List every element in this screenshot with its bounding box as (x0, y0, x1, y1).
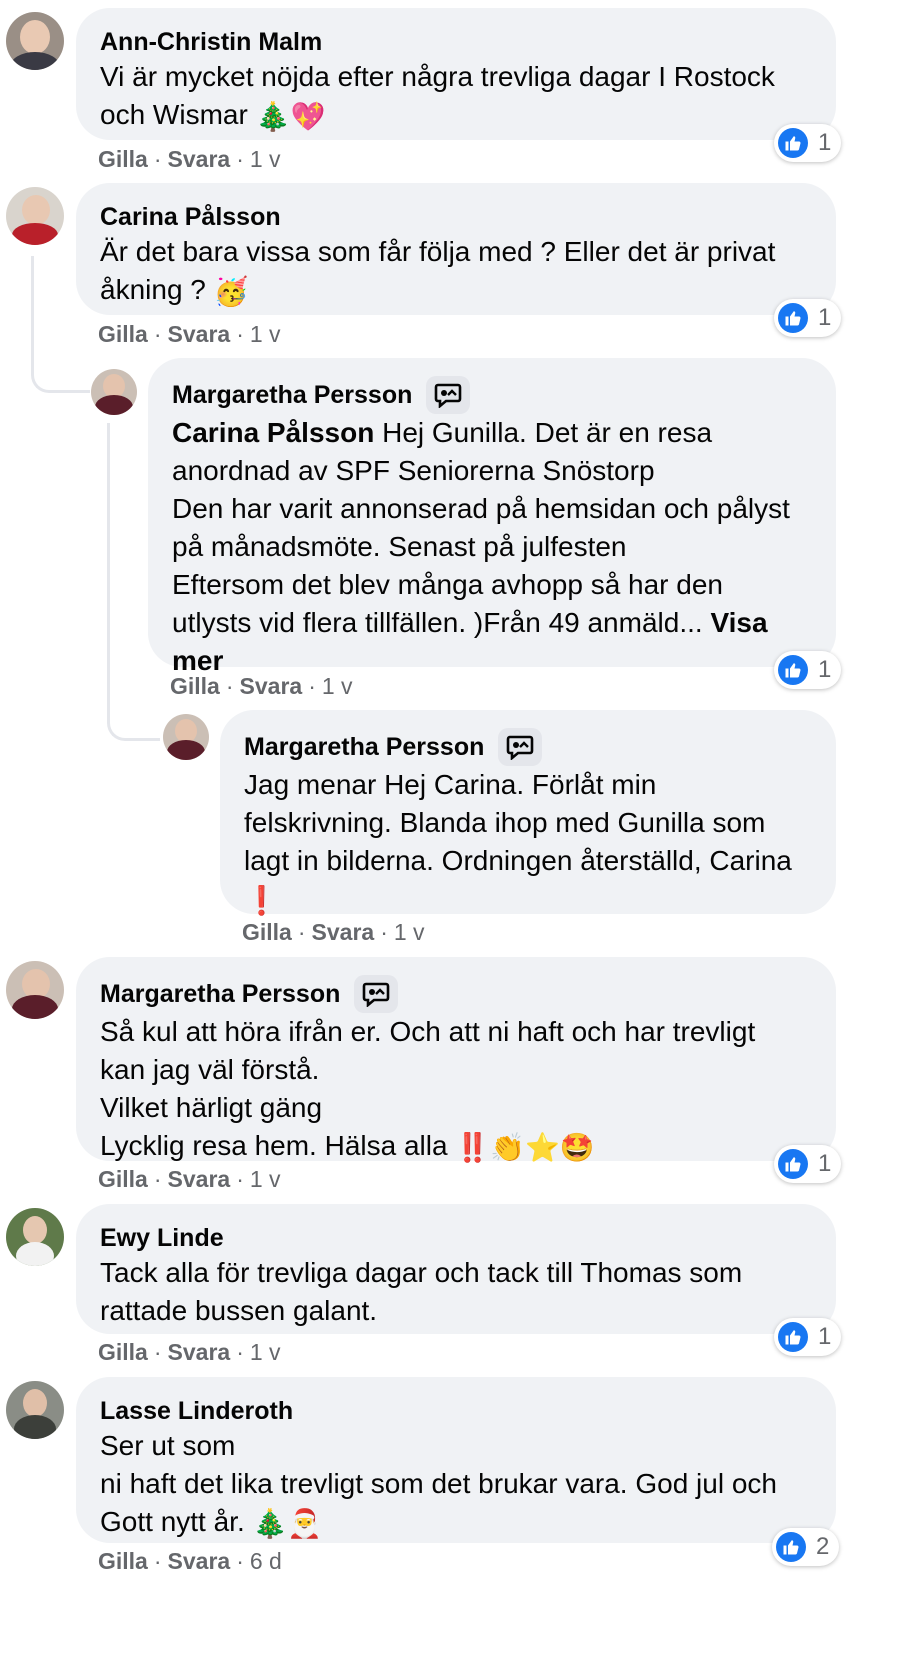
comment-text: Så kul att höra ifrån er. Och att ni haf… (100, 1013, 812, 1167)
comment-text: Vi är mycket nöjda efter några trevliga … (100, 58, 812, 136)
like-button[interactable]: Gilla (170, 673, 220, 699)
avatar[interactable] (6, 12, 64, 70)
top-fan-badge-icon[interactable] (426, 376, 471, 414)
reaction-count[interactable]: 1 (774, 1145, 842, 1183)
comment-bubble: Ewy Linde Tack alla för trevliga dagar o… (76, 1204, 836, 1334)
emoji: 🎄💖 (255, 100, 326, 132)
like-button[interactable]: Gilla (98, 1166, 148, 1192)
author-name[interactable]: Ann-Christin Malm (100, 26, 812, 58)
like-icon (778, 128, 808, 158)
like-icon (778, 303, 808, 333)
like-button[interactable]: Gilla (242, 919, 292, 945)
like-icon (778, 655, 808, 685)
like-button[interactable]: Gilla (98, 1339, 148, 1365)
comment-actions: Gilla · Svara · 6 d (98, 1548, 282, 1574)
comment-bubble: Lasse Linderoth Ser ut som ni haft det l… (76, 1377, 836, 1543)
reaction-count[interactable]: 1 (774, 651, 842, 689)
reply-button[interactable]: Svara (312, 919, 375, 945)
comment-text: Tack alla för trevliga dagar och tack ti… (100, 1257, 743, 1326)
timestamp[interactable]: 1 v (250, 1166, 281, 1192)
avatar[interactable] (6, 1381, 64, 1439)
reaction-count[interactable]: 2 (772, 1528, 840, 1566)
reaction-count[interactable]: 1 (774, 124, 842, 162)
author-name[interactable]: Carina Pålsson (100, 201, 812, 233)
comment-actions: Gilla · Svara · 1 v (170, 673, 353, 699)
comment-bubble: Carina Pålsson Är det bara vissa som får… (76, 183, 836, 315)
timestamp[interactable]: 1 v (250, 321, 281, 347)
timestamp[interactable]: 1 v (250, 146, 281, 172)
like-button[interactable]: Gilla (98, 1548, 148, 1574)
like-icon (778, 1149, 808, 1179)
reaction-count[interactable]: 1 (774, 299, 842, 337)
comment-actions: Gilla · Svara · 1 v (98, 146, 281, 172)
comment-text: Ser ut som ni haft det lika trevligt som… (100, 1427, 812, 1543)
comment-bubble: Ann-Christin Malm Vi är mycket nöjda eft… (76, 8, 836, 140)
comment-bubble: Margaretha Persson Carina Pålsson Hej Gu… (148, 358, 836, 676)
emoji: 🥳 (213, 275, 249, 307)
comment-actions: Gilla · Svara · 1 v (242, 919, 425, 945)
comment-bubble: Margaretha Persson Jag menar Hej Carina.… (220, 710, 836, 916)
avatar[interactable] (6, 1208, 64, 1266)
timestamp[interactable]: 1 v (394, 919, 425, 945)
reply-button[interactable]: Svara (168, 146, 231, 172)
timestamp[interactable]: 6 d (250, 1548, 282, 1574)
avatar[interactable] (6, 187, 64, 245)
author-name[interactable]: Margaretha Persson (172, 376, 812, 414)
like-icon (778, 1322, 808, 1352)
author-name[interactable]: Margaretha Persson (100, 975, 812, 1013)
reply-button[interactable]: Svara (240, 673, 303, 699)
like-button[interactable]: Gilla (98, 321, 148, 347)
avatar[interactable] (163, 714, 209, 760)
top-fan-badge-icon[interactable] (498, 728, 543, 766)
avatar[interactable] (91, 369, 137, 415)
reaction-count[interactable]: 1 (774, 1318, 842, 1356)
reply-button[interactable]: Svara (168, 1548, 231, 1574)
comment-actions: Gilla · Svara · 1 v (98, 1339, 281, 1365)
author-name[interactable]: Margaretha Persson (244, 728, 812, 766)
emoji: ‼️👏⭐🤩 (455, 1131, 595, 1163)
timestamp[interactable]: 1 v (322, 673, 353, 699)
reply-button[interactable]: Svara (168, 1339, 231, 1365)
comment-bubble: Margaretha Persson Så kul att höra ifrån… (76, 957, 836, 1163)
emoji: ❗ (244, 884, 279, 916)
comment-actions: Gilla · Svara · 1 v (98, 321, 281, 347)
like-button[interactable]: Gilla (98, 146, 148, 172)
emoji: 🎄🎅 (252, 1507, 323, 1539)
top-fan-badge-icon[interactable] (354, 975, 399, 1013)
mention-link[interactable]: Carina Pålsson (172, 417, 374, 448)
author-name[interactable]: Ewy Linde (100, 1222, 812, 1254)
comment-text: Jag menar Hej Carina. Förlåt min felskri… (244, 766, 812, 920)
comment-text: Carina Pålsson Hej Gunilla. Det är en re… (172, 417, 790, 676)
like-icon (776, 1532, 806, 1562)
timestamp[interactable]: 1 v (250, 1339, 281, 1365)
reply-button[interactable]: Svara (168, 1166, 231, 1192)
comment-text: Är det bara vissa som får följa med ? El… (100, 233, 812, 311)
author-name[interactable]: Lasse Linderoth (100, 1395, 812, 1427)
avatar[interactable] (6, 961, 64, 1019)
comment-actions: Gilla · Svara · 1 v (98, 1166, 281, 1192)
reply-button[interactable]: Svara (168, 321, 231, 347)
